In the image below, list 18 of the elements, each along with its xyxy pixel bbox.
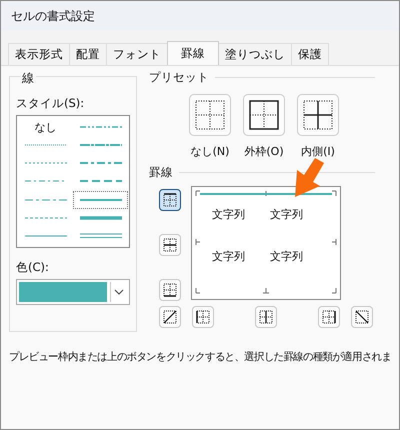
color-label: 色(C): <box>16 260 50 275</box>
sample-text: 文字列 <box>212 207 246 222</box>
instruction-text: プレビュー枠内または上のボタンをクリックすると、選択した罫線の種類が適用されま <box>9 350 392 364</box>
preset-label: なし(N) <box>190 144 230 159</box>
tab[interactable]: 表示形式 <box>8 43 70 65</box>
tab[interactable]: 罫線 <box>167 41 219 65</box>
preset-label: 内側(I) <box>301 144 335 159</box>
sample-text: 文字列 <box>270 249 304 264</box>
tab[interactable]: 保護 <box>291 43 329 65</box>
line-style-option[interactable]: なし <box>18 118 73 136</box>
section-title: 罫線 <box>149 165 173 180</box>
sample-text: 文字列 <box>212 249 246 264</box>
style-label: スタイル(S): <box>16 96 86 111</box>
window-title: セルの書式設定 <box>11 8 95 24</box>
preset-label: 外枠(O) <box>244 144 284 159</box>
section-title: プリセット <box>149 70 209 85</box>
sample-text: 文字列 <box>270 207 304 222</box>
border-preview[interactable]: 文字列 文字列 文字列 文字列 <box>191 186 341 300</box>
